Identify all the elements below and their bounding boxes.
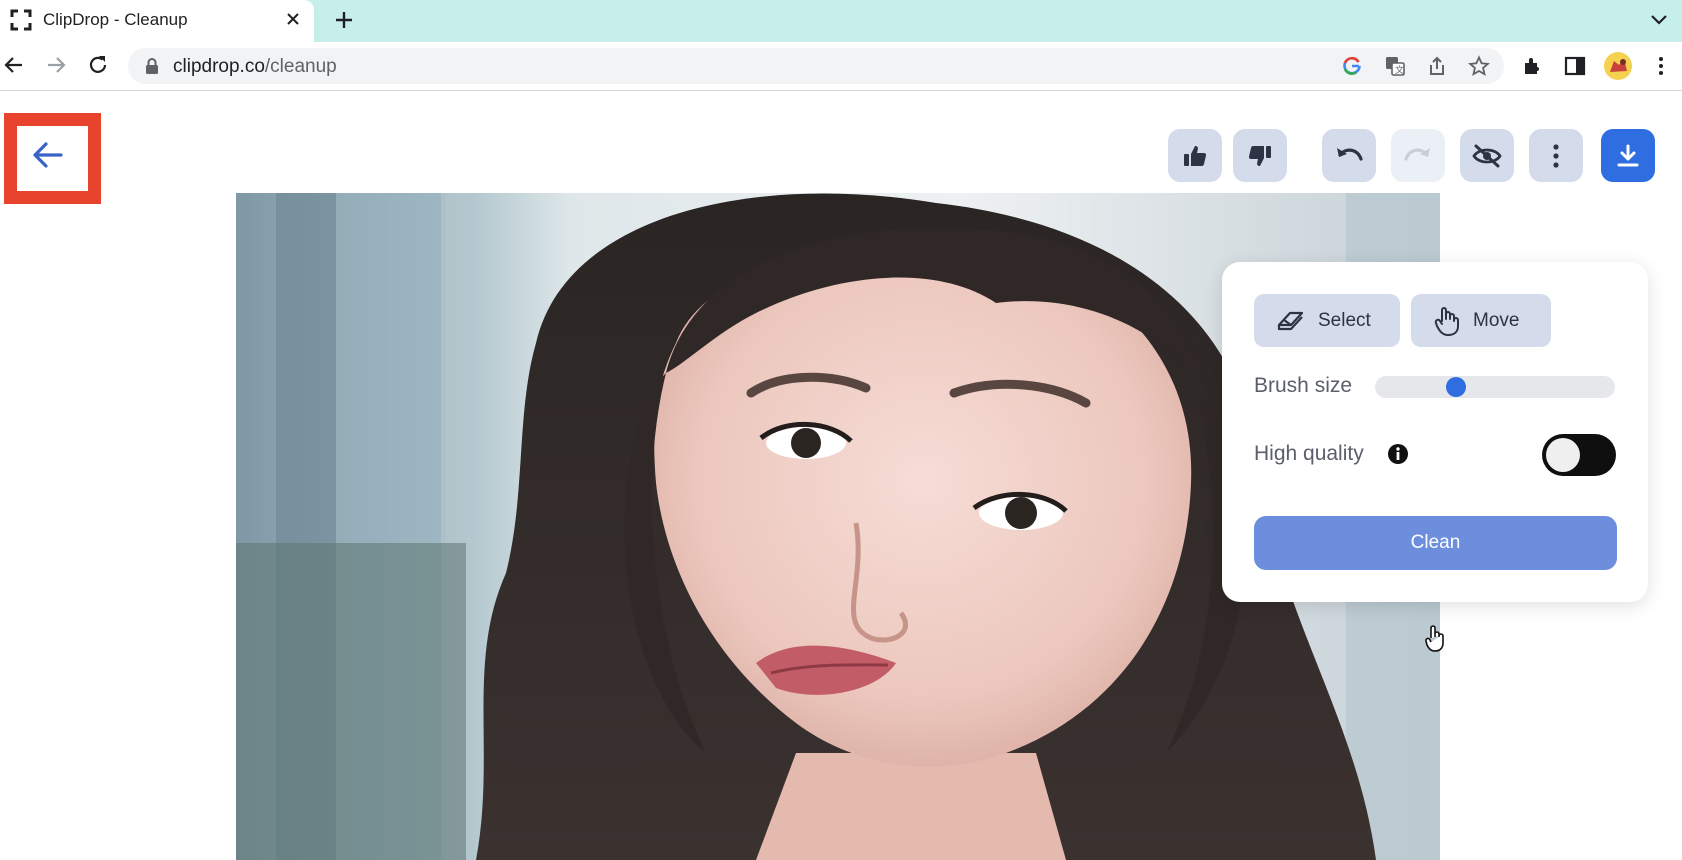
plus-icon[interactable] xyxy=(332,8,356,32)
thumbs-up-button[interactable] xyxy=(1168,129,1222,182)
eye-off-icon xyxy=(1472,144,1502,167)
redo-icon xyxy=(1404,147,1430,161)
undo-icon xyxy=(1337,147,1363,161)
slider-thumb[interactable] xyxy=(1445,377,1466,397)
back-button[interactable] xyxy=(23,130,73,180)
hand-pointer-cursor-icon xyxy=(1425,625,1444,652)
lock-icon[interactable] xyxy=(144,57,160,75)
arrow-left-icon xyxy=(33,142,63,168)
url-path: /cleanup xyxy=(264,56,337,77)
hand-icon xyxy=(1434,306,1459,336)
thumbs-down-button[interactable] xyxy=(1233,129,1287,182)
toggle-knob xyxy=(1546,438,1580,472)
star-icon[interactable] xyxy=(1468,55,1490,77)
arrow-left-icon[interactable] xyxy=(2,53,26,77)
redo-button[interactable] xyxy=(1391,129,1445,182)
browser-tabstrip: ClipDrop - Cleanup xyxy=(0,0,1682,42)
url-domain: clipdrop.co xyxy=(173,56,265,77)
extensions-icon[interactable] xyxy=(1521,54,1545,78)
eraser-icon xyxy=(1277,311,1304,330)
clean-label: Clean xyxy=(1410,532,1461,553)
select-label: Select xyxy=(1318,309,1371,331)
browser-tab[interactable]: ClipDrop - Cleanup xyxy=(0,0,314,42)
google-icon[interactable] xyxy=(1341,55,1363,77)
more-options-button[interactable] xyxy=(1529,129,1583,182)
high-quality-toggle[interactable] xyxy=(1542,434,1616,476)
thumbs-up-icon xyxy=(1184,145,1207,166)
undo-button[interactable] xyxy=(1322,129,1376,182)
reload-icon[interactable] xyxy=(86,53,110,77)
clean-button[interactable]: Clean xyxy=(1254,516,1617,570)
select-mode-button[interactable]: Select xyxy=(1254,294,1400,347)
translate-icon[interactable]: 文 xyxy=(1384,55,1406,77)
arrow-right-icon[interactable] xyxy=(44,53,68,77)
thumbs-down-icon xyxy=(1248,145,1271,166)
move-mode-button[interactable]: Move xyxy=(1411,294,1551,347)
cleanup-page: Select Move Brush size High quality Clea… xyxy=(0,92,1682,860)
address-bar[interactable]: clipdrop.co/cleanup 文 xyxy=(128,48,1504,84)
clipdrop-logo-icon xyxy=(10,9,32,31)
cleanup-tool-panel: Select Move Brush size High quality Clea… xyxy=(1222,262,1648,602)
hide-compare-button[interactable] xyxy=(1460,129,1514,182)
kebab-menu-icon xyxy=(1553,143,1559,168)
browser-toolbar: clipdrop.co/cleanup 文 xyxy=(0,42,1682,91)
kebab-menu-icon[interactable] xyxy=(1649,54,1673,78)
profile-avatar[interactable] xyxy=(1604,52,1632,80)
close-icon[interactable] xyxy=(283,9,303,29)
info-icon[interactable] xyxy=(1387,443,1409,465)
move-label: Move xyxy=(1473,309,1520,331)
brush-size-label: Brush size xyxy=(1254,374,1353,397)
download-button[interactable] xyxy=(1601,129,1655,182)
svg-text:文: 文 xyxy=(1395,64,1404,76)
download-icon xyxy=(1617,144,1639,166)
share-icon[interactable] xyxy=(1426,55,1448,77)
tab-title: ClipDrop - Cleanup xyxy=(43,10,188,29)
chevron-down-icon[interactable] xyxy=(1648,10,1670,30)
url-text: clipdrop.co/cleanup xyxy=(173,56,337,78)
high-quality-label: High quality xyxy=(1254,442,1364,465)
side-panel-icon[interactable] xyxy=(1563,54,1587,78)
brush-size-slider[interactable] xyxy=(1375,376,1615,398)
avatar-image xyxy=(1610,59,1627,72)
